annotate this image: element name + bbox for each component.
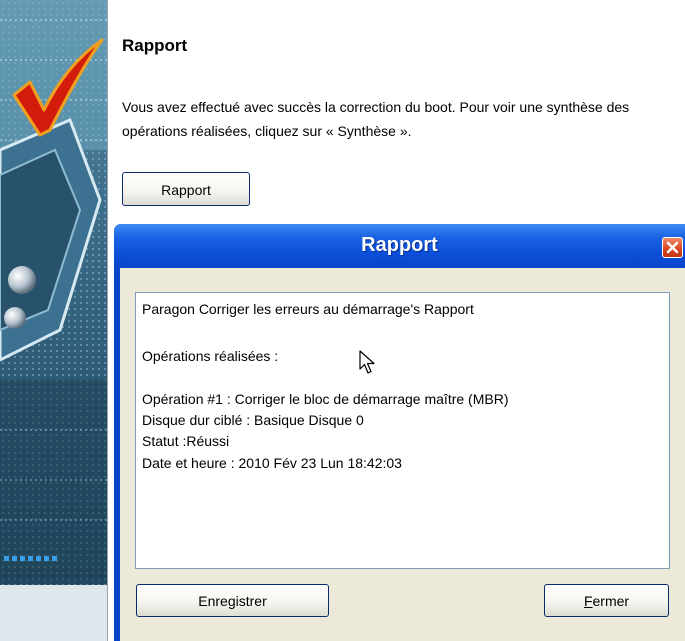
report-button[interactable]: Rapport <box>122 172 250 206</box>
report-line: Date et heure : 2010 Fév 23 Lun 18:42:03 <box>142 455 402 471</box>
save-mnemonic: g <box>227 593 236 609</box>
close-mnemonic: F <box>583 593 593 609</box>
save-label-end: istrer <box>235 593 267 609</box>
close-icon <box>666 241 679 254</box>
mouse-pointer-icon <box>359 350 375 374</box>
save-label-start: Enre <box>198 593 228 609</box>
report-line: Opérations réalisées : <box>142 348 279 364</box>
close-button[interactable] <box>662 237 683 258</box>
report-line: Opération #1 : Corriger le bloc de démar… <box>142 391 509 407</box>
dialog-body: Paragon Corriger les erreurs au démarrag… <box>120 268 685 641</box>
close-label-end: ermer <box>592 593 630 609</box>
report-text-area[interactable]: Paragon Corriger les erreurs au démarrag… <box>135 292 670 569</box>
page-title: Rapport <box>122 36 188 55</box>
close-dialog-button[interactable]: Fermer <box>544 584 669 617</box>
dialog-title: Rapport <box>361 234 438 256</box>
wizard-banner <box>0 0 108 641</box>
page-description: Vous avez effectué avec succès la correc… <box>122 99 630 139</box>
save-button[interactable]: Enregistrer <box>136 584 329 617</box>
banner-graphic <box>0 0 107 641</box>
report-line: Paragon Corriger les erreurs au démarrag… <box>142 301 474 317</box>
dialog-titlebar[interactable]: Rapport <box>114 224 685 268</box>
report-line: Statut :Réussi <box>142 433 230 449</box>
report-line: Disque dur ciblé : Basique Disque 0 <box>142 412 364 428</box>
report-dialog: Rapport Paragon Corriger les erreurs au … <box>114 224 685 641</box>
